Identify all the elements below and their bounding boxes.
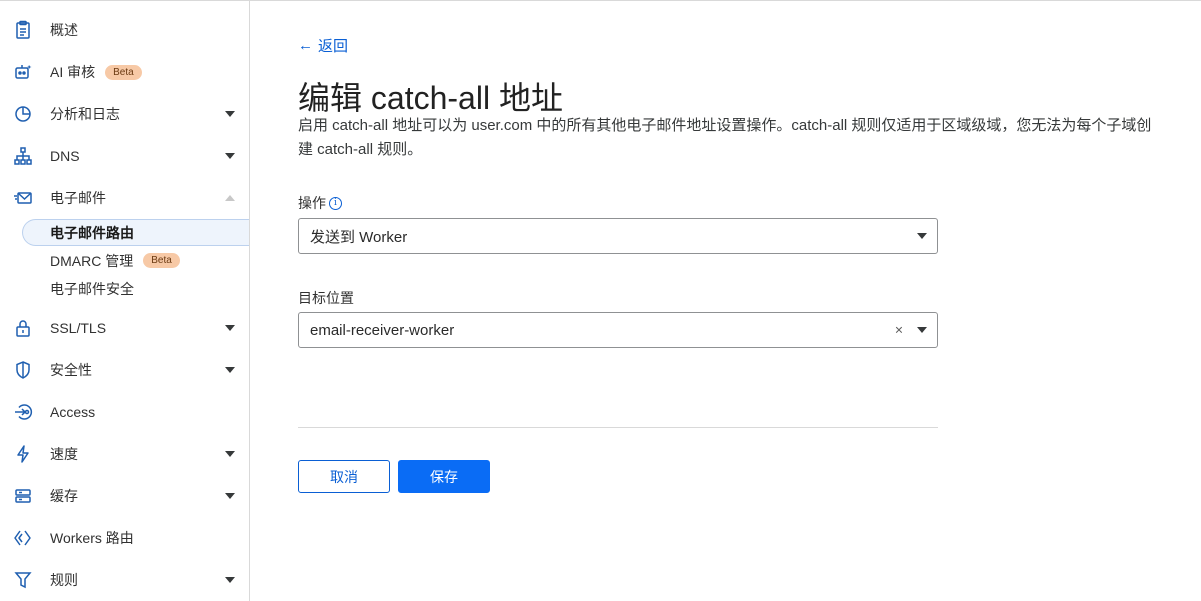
sidebar-item-ai-review[interactable]: AI 审核 Beta bbox=[0, 52, 249, 92]
sidebar-subitem-email-security[interactable]: 电子邮件安全 bbox=[22, 275, 249, 302]
save-button[interactable]: 保存 bbox=[398, 460, 490, 493]
sidebar-item-rules[interactable]: 规则 bbox=[0, 560, 249, 600]
action-label: 操作 bbox=[298, 195, 326, 211]
chevron-down-icon[interactable] bbox=[225, 577, 235, 583]
chevron-down-icon[interactable] bbox=[917, 327, 927, 333]
sidebar-item-label: 概述 bbox=[50, 22, 78, 38]
email-icon bbox=[12, 187, 34, 209]
sidebar-subitem-label: DMARC 管理 bbox=[50, 252, 134, 269]
main-content: ← 返回 编辑 catch-all 地址 启用 catch-all 地址可以为 … bbox=[298, 0, 1178, 601]
sidebar-item-workers-routes[interactable]: Workers 路由 bbox=[0, 518, 249, 558]
sidebar-item-label: AI 审核 bbox=[50, 64, 96, 80]
storage-icon bbox=[12, 485, 34, 507]
rules-icon bbox=[12, 569, 34, 591]
page-description: 启用 catch-all 地址可以为 user.com 中的所有其他电子邮件地址… bbox=[298, 117, 1152, 158]
sidebar-item-label: 安全性 bbox=[50, 362, 92, 378]
sidebar-item-email[interactable]: 电子邮件 bbox=[0, 178, 249, 218]
chevron-down-icon[interactable] bbox=[225, 493, 235, 499]
cancel-button[interactable]: 取消 bbox=[298, 460, 390, 493]
lock-icon bbox=[12, 317, 34, 339]
access-icon bbox=[12, 401, 34, 423]
page-title: 编辑 catch-all 地址 bbox=[298, 80, 563, 116]
chevron-down-icon[interactable] bbox=[225, 111, 235, 117]
sidebar-item-dns[interactable]: DNS bbox=[0, 136, 249, 176]
chevron-down-icon[interactable] bbox=[225, 367, 235, 373]
sidebar-item-security[interactable]: 安全性 bbox=[0, 350, 249, 390]
sidebar-item-overview[interactable]: 概述 bbox=[0, 10, 249, 50]
chevron-up-icon[interactable] bbox=[225, 195, 235, 201]
info-icon[interactable]: i bbox=[329, 196, 342, 210]
pie-chart-icon bbox=[12, 103, 34, 125]
beta-badge: Beta bbox=[143, 253, 180, 269]
sidebar-item-label: 分析和日志 bbox=[50, 106, 120, 122]
workers-icon bbox=[12, 527, 34, 549]
lightning-icon bbox=[12, 443, 34, 465]
sidebar-item-label: Access bbox=[50, 404, 96, 420]
sidebar-item-analytics[interactable]: 分析和日志 bbox=[0, 94, 249, 134]
sidebar-item-speed[interactable]: 速度 bbox=[0, 434, 249, 474]
chevron-down-icon[interactable] bbox=[225, 325, 235, 331]
destination-select-value: email-receiver-worker bbox=[310, 321, 455, 339]
arrow-left-icon: ← bbox=[298, 37, 313, 54]
chevron-down-icon[interactable] bbox=[225, 451, 235, 457]
destination-field-label: 目标位置 bbox=[298, 288, 354, 308]
sidebar-item-label: Workers 路由 bbox=[50, 530, 134, 546]
form-divider bbox=[298, 427, 938, 428]
chevron-down-icon[interactable] bbox=[917, 233, 927, 239]
sidebar: 概述 AI 审核 Beta 分析和日志 DNS 电子邮件 电子邮件路由 DMAR… bbox=[0, 1, 250, 601]
sidebar-item-label: DNS bbox=[50, 148, 80, 164]
action-field-label: 操作 i bbox=[298, 193, 342, 213]
beta-badge: Beta bbox=[105, 64, 142, 80]
sidebar-subitem-label: 电子邮件安全 bbox=[50, 280, 134, 297]
destination-select[interactable]: email-receiver-worker × bbox=[298, 312, 938, 348]
back-link[interactable]: ← 返回 bbox=[298, 35, 348, 56]
robot-icon bbox=[12, 61, 34, 83]
destination-label: 目标位置 bbox=[298, 290, 354, 306]
sidebar-subitem-dmarc[interactable]: DMARC 管理 Beta bbox=[22, 247, 249, 274]
back-label: 返回 bbox=[318, 38, 349, 55]
sidebar-item-label: 电子邮件 bbox=[50, 190, 106, 206]
action-select-value: 发送到 Worker bbox=[310, 228, 408, 246]
sidebar-item-ssl-tls[interactable]: SSL/TLS bbox=[0, 308, 249, 348]
sidebar-item-label: 规则 bbox=[50, 572, 78, 588]
sidebar-item-label: SSL/TLS bbox=[50, 320, 107, 336]
network-icon bbox=[12, 145, 34, 167]
sidebar-subitem-label: 电子邮件路由 bbox=[50, 224, 134, 241]
sidebar-item-access[interactable]: Access bbox=[0, 392, 249, 432]
clipboard-icon bbox=[12, 19, 34, 41]
shield-icon bbox=[12, 359, 34, 381]
sidebar-item-label: 速度 bbox=[50, 446, 78, 462]
action-select[interactable]: 发送到 Worker bbox=[298, 218, 938, 254]
clear-icon[interactable]: × bbox=[895, 322, 903, 338]
chevron-down-icon[interactable] bbox=[225, 153, 235, 159]
sidebar-item-label: 缓存 bbox=[50, 488, 78, 504]
sidebar-item-cache[interactable]: 缓存 bbox=[0, 476, 249, 516]
sidebar-subitem-email-routing[interactable]: 电子邮件路由 bbox=[22, 219, 249, 246]
